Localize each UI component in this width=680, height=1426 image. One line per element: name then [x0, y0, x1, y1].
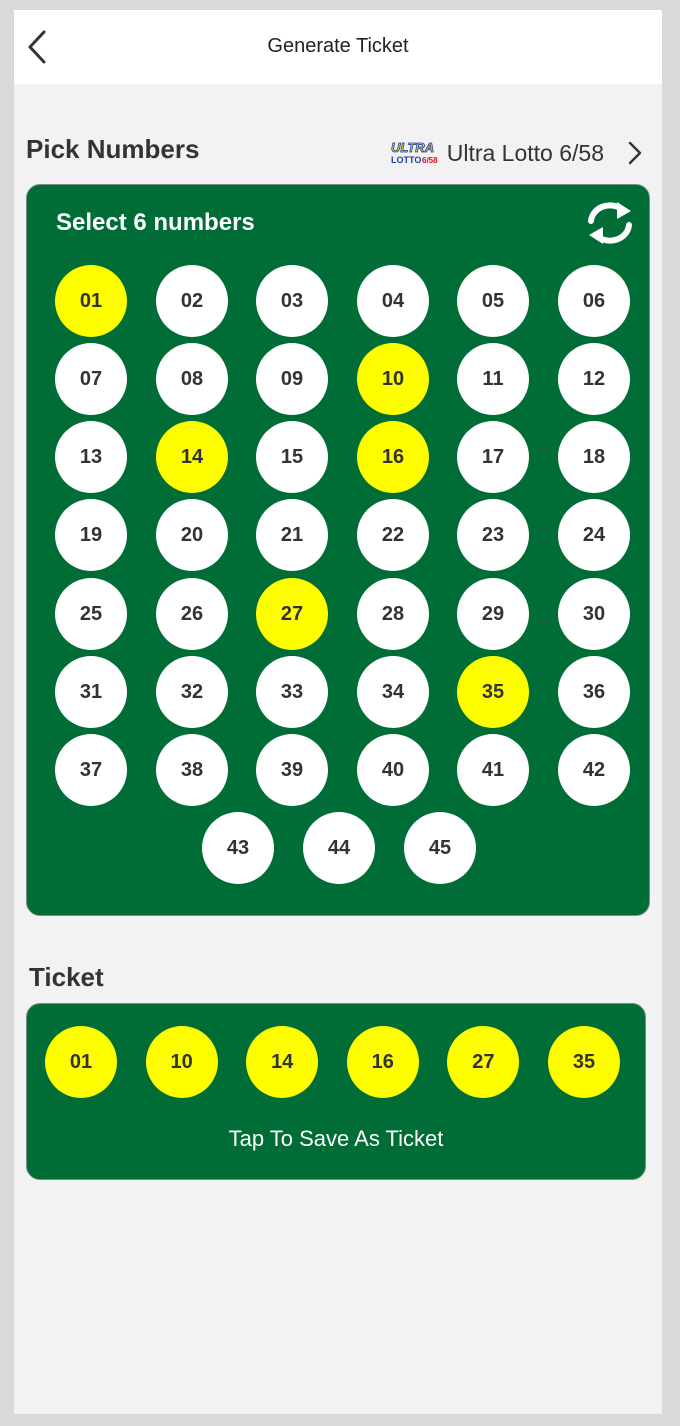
- number-ball[interactable]: 23: [457, 499, 529, 571]
- number-ball[interactable]: 08: [156, 343, 228, 415]
- refresh-icon: [588, 202, 632, 244]
- number-ball[interactable]: 26: [156, 578, 228, 650]
- number-ball[interactable]: 32: [156, 656, 228, 728]
- number-ball[interactable]: 39: [256, 734, 328, 806]
- number-picker-panel: Select 6 numbers 01 02 03 04 05 06 07 08 09 10 11 1…: [26, 184, 650, 916]
- number-ball[interactable]: 17: [457, 421, 529, 493]
- number-ball[interactable]: 13: [55, 421, 127, 493]
- number-ball[interactable]: 34: [357, 656, 429, 728]
- number-ball[interactable]: 31: [55, 656, 127, 728]
- number-ball[interactable]: 44: [303, 812, 375, 884]
- number-ball[interactable]: 16: [357, 421, 429, 493]
- number-ball[interactable]: 05: [457, 265, 529, 337]
- ticket-number-ball: 01: [45, 1026, 117, 1098]
- number-ball[interactable]: 28: [357, 578, 429, 650]
- number-ball[interactable]: 37: [55, 734, 127, 806]
- page-title: Generate Ticket: [267, 35, 409, 57]
- game-selector[interactable]: ULTRA LOTTO 6/58 Ultra Lotto 6/58: [389, 136, 642, 170]
- ticket-number-ball: 14: [246, 1026, 319, 1098]
- number-ball[interactable]: 10: [357, 343, 429, 415]
- number-ball[interactable]: 43: [202, 812, 274, 884]
- ticket-number-ball: 10: [145, 1026, 218, 1098]
- number-ball[interactable]: 14: [156, 421, 228, 493]
- number-ball[interactable]: 42: [558, 734, 630, 806]
- number-ball[interactable]: 25: [55, 578, 127, 650]
- number-ball[interactable]: 22: [357, 499, 429, 571]
- number-ball[interactable]: 45: [404, 812, 476, 884]
- pick-numbers-heading: Pick Numbers: [26, 134, 200, 164]
- refresh-button[interactable]: [585, 199, 635, 247]
- number-ball[interactable]: 35: [457, 656, 529, 728]
- number-ball[interactable]: 12: [558, 343, 630, 415]
- number-ball[interactable]: 15: [256, 421, 328, 493]
- ultra-lotto-logo: ULTRA LOTTO 6/58: [390, 140, 438, 165]
- number-ball[interactable]: 21: [256, 499, 328, 571]
- svg-text:LOTTO: LOTTO: [391, 155, 421, 165]
- number-ball[interactable]: 06: [558, 265, 630, 337]
- ticket-number-ball: 16: [346, 1026, 419, 1098]
- number-ball[interactable]: 33: [256, 656, 328, 728]
- instruction-label: Select 6 numbers: [56, 209, 255, 236]
- number-ball[interactable]: 36: [558, 656, 630, 728]
- save-ticket-label: Tap To Save As Ticket: [228, 1126, 444, 1151]
- number-ball[interactable]: 18: [558, 421, 630, 493]
- number-ball[interactable]: 27: [256, 578, 328, 650]
- svg-text:ULTRA: ULTRA: [391, 140, 434, 155]
- number-ball[interactable]: 29: [457, 578, 529, 650]
- game-name: Ultra Lotto 6/58: [446, 139, 604, 166]
- svg-text:6/58: 6/58: [422, 156, 438, 165]
- number-ball[interactable]: 41: [457, 734, 529, 806]
- number-ball[interactable]: 03: [256, 265, 328, 337]
- ticket-panel[interactable]: 01 10 14 16 27 35 Tap To Save As Ticket: [26, 1003, 646, 1180]
- chevron-right-icon: [628, 141, 642, 165]
- number-ball[interactable]: 07: [55, 343, 127, 415]
- number-ball[interactable]: 19: [55, 499, 127, 571]
- number-ball[interactable]: 20: [156, 499, 228, 571]
- number-ball[interactable]: 11: [457, 343, 529, 415]
- ticket-number-ball: 27: [447, 1026, 520, 1098]
- number-ball[interactable]: 02: [156, 265, 228, 337]
- ticket-number-ball: 35: [548, 1026, 620, 1098]
- number-ball[interactable]: 38: [156, 734, 228, 806]
- top-bar: Generate Ticket: [14, 10, 662, 84]
- number-ball[interactable]: 09: [256, 343, 328, 415]
- number-ball[interactable]: 01: [55, 265, 127, 337]
- ticket-heading: Ticket: [29, 962, 104, 992]
- app-screen: Generate Ticket Pick Numbers ULTRA LOTTO…: [14, 10, 662, 1414]
- number-ball[interactable]: 24: [558, 499, 630, 571]
- number-ball[interactable]: 30: [558, 578, 630, 650]
- number-ball[interactable]: 40: [357, 734, 429, 806]
- number-ball[interactable]: 04: [357, 265, 429, 337]
